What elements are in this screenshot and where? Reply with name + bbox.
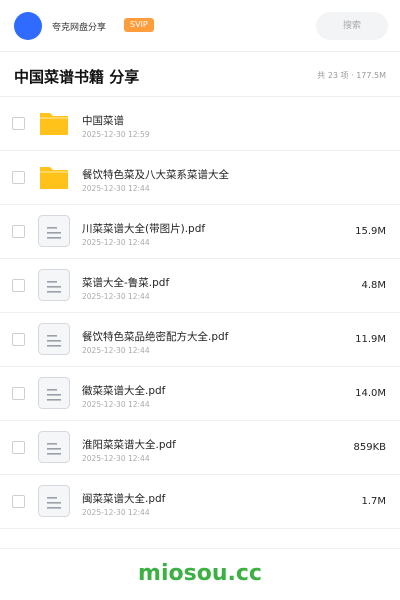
document-icon	[38, 323, 70, 355]
document-icon	[38, 215, 70, 247]
file-date: 2025-12-30 12:44	[82, 508, 150, 517]
file-date: 2025-12-30 12:44	[82, 400, 150, 409]
file-name[interactable]: 餐饮特色菜及八大菜系菜谱大全	[82, 167, 229, 182]
avatar[interactable]	[14, 12, 42, 40]
row-checkbox[interactable]	[12, 495, 25, 508]
file-size: 15.9M	[355, 226, 386, 237]
document-icon	[38, 431, 70, 463]
row-checkbox[interactable]	[12, 387, 25, 400]
page-title: 中国菜谱书籍 分享	[14, 68, 140, 86]
file-name[interactable]: 闽菜菜谱大全.pdf	[82, 491, 165, 506]
top-bar: 夸克网盘分享 SVIP 搜索	[0, 0, 400, 52]
row-checkbox[interactable]	[12, 171, 25, 184]
file-row[interactable]: 菜谱大全-鲁菜.pdf 2025-12-30 12:44 4.8M	[0, 259, 400, 313]
file-date: 2025-12-30 12:44	[82, 238, 150, 247]
share-summary: 共 23 项 · 177.5M	[317, 71, 386, 80]
document-icon	[38, 269, 70, 301]
file-name[interactable]: 餐饮特色菜品绝密配方大全.pdf	[82, 329, 228, 344]
file-name[interactable]: 徽菜菜谱大全.pdf	[82, 383, 165, 398]
file-date: 2025-12-30 12:44	[82, 346, 150, 355]
folder-icon	[38, 107, 70, 139]
folder-icon	[38, 161, 70, 193]
share-header: 中国菜谱书籍 分享 共 23 项 · 177.5M	[0, 53, 400, 97]
file-date: 2025-12-30 12:44	[82, 184, 150, 193]
file-row[interactable]: 徽菜菜谱大全.pdf 2025-12-30 12:44 14.0M	[0, 367, 400, 421]
divider	[0, 548, 400, 549]
file-name[interactable]: 淮阳菜菜谱大全.pdf	[82, 437, 176, 452]
file-size: 859KB	[353, 442, 386, 453]
file-row[interactable]: 闽菜菜谱大全.pdf 2025-12-30 12:44 1.7M	[0, 475, 400, 529]
file-size: 4.8M	[361, 280, 386, 291]
row-checkbox[interactable]	[12, 279, 25, 292]
svip-badge: SVIP	[124, 18, 154, 32]
row-checkbox[interactable]	[12, 333, 25, 346]
file-name[interactable]: 川菜菜谱大全(带图片).pdf	[82, 221, 205, 236]
file-name[interactable]: 菜谱大全-鲁菜.pdf	[82, 275, 169, 290]
row-checkbox[interactable]	[12, 117, 25, 130]
document-icon	[38, 485, 70, 517]
document-icon	[38, 377, 70, 409]
row-checkbox[interactable]	[12, 441, 25, 454]
file-row[interactable]: 中国菜谱 2025-12-30 12:59	[0, 97, 400, 151]
row-checkbox[interactable]	[12, 225, 25, 238]
file-list: 中国菜谱 2025-12-30 12:59 餐饮特色菜及八大菜系菜谱大全 2025-1…	[0, 97, 400, 529]
file-name[interactable]: 中国菜谱	[82, 113, 124, 128]
file-row[interactable]: 淮阳菜菜谱大全.pdf 2025-12-30 12:44 859KB	[0, 421, 400, 475]
search-input[interactable]: 搜索	[316, 12, 388, 40]
file-row[interactable]: 餐饮特色菜及八大菜系菜谱大全 2025-12-30 12:44	[0, 151, 400, 205]
file-size: 14.0M	[355, 388, 386, 399]
file-row[interactable]: 川菜菜谱大全(带图片).pdf 2025-12-30 12:44 15.9M	[0, 205, 400, 259]
watermark: miosou.cc	[138, 561, 262, 586]
file-date: 2025-12-30 12:59	[82, 130, 150, 139]
file-row[interactable]: 餐饮特色菜品绝密配方大全.pdf 2025-12-30 12:44 11.9M	[0, 313, 400, 367]
file-size: 1.7M	[361, 496, 386, 507]
app-name: 夸克网盘分享	[52, 23, 107, 33]
file-date: 2025-12-30 12:44	[82, 292, 150, 301]
file-date: 2025-12-30 12:44	[82, 454, 150, 463]
file-size: 11.9M	[355, 334, 386, 345]
